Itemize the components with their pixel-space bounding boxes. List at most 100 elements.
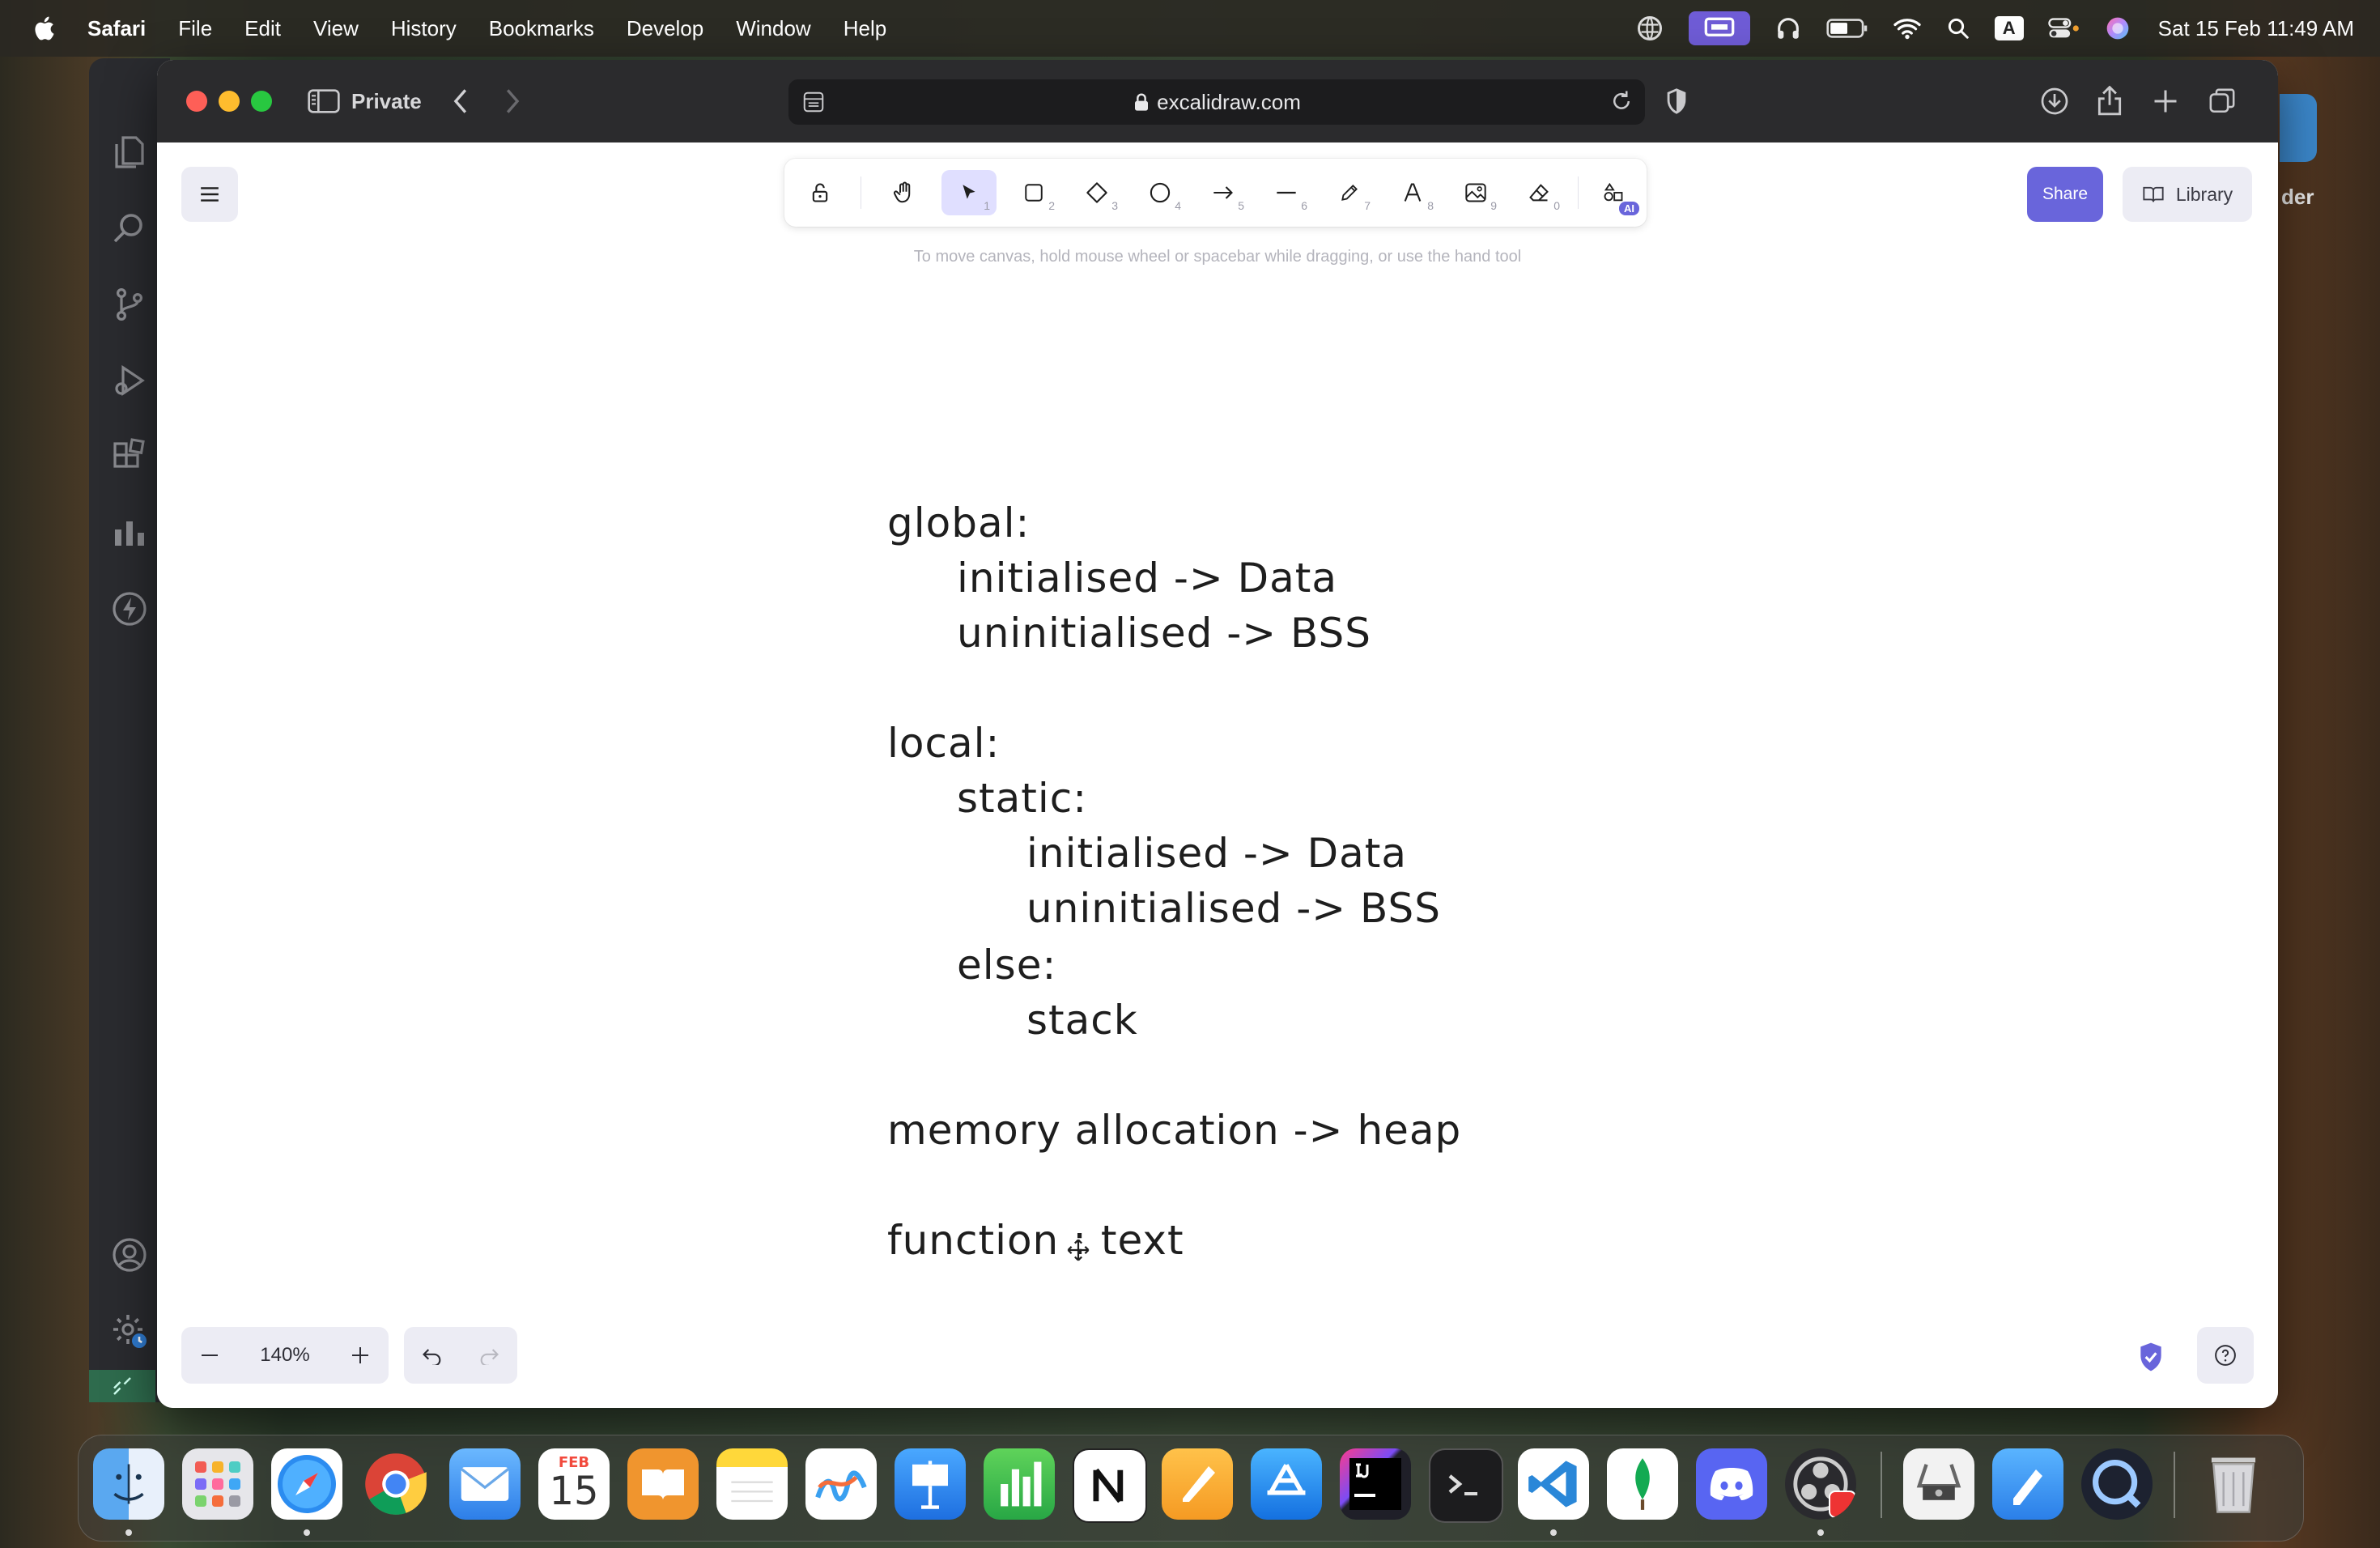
tool-more-ai[interactable]: AI <box>1586 170 1641 215</box>
tool-text[interactable]: 8 <box>1385 170 1440 215</box>
tool-hand[interactable] <box>877 170 932 215</box>
calendar-icon[interactable]: FEB 15 <box>538 1448 610 1520</box>
markup-editor-icon[interactable] <box>1992 1448 2063 1520</box>
redo-icon[interactable] <box>478 1346 500 1365</box>
discord-icon[interactable] <box>1696 1448 1767 1520</box>
menu-bookmarks[interactable]: Bookmarks <box>489 16 594 41</box>
pages-icon[interactable] <box>1162 1448 1233 1520</box>
notes-icon[interactable] <box>716 1448 788 1520</box>
trash-icon[interactable] <box>2198 1448 2269 1520</box>
new-tab-button[interactable] <box>2153 84 2178 118</box>
tool-image[interactable]: 9 <box>1448 170 1503 215</box>
menu-view[interactable]: View <box>313 16 359 41</box>
menu-app-safari[interactable]: Safari <box>87 16 146 41</box>
tab-overview-button[interactable] <box>2208 84 2236 118</box>
tool-eraser[interactable]: 0 <box>1511 170 1566 215</box>
books-icon[interactable] <box>627 1448 699 1520</box>
close-window-button[interactable] <box>186 91 207 112</box>
notion-icon[interactable] <box>1073 1448 1147 1523</box>
drawing-text-line[interactable]: initialised -> Data <box>957 554 1337 602</box>
tool-rectangle[interactable]: 2 <box>1006 170 1061 215</box>
drawing-text-line[interactable]: stack <box>1026 996 1138 1044</box>
downloads-button[interactable] <box>2040 84 2069 118</box>
library-button[interactable]: Library <box>2123 167 2252 222</box>
vpn-globe-icon[interactable] <box>1635 14 1664 43</box>
headphones-icon[interactable] <box>1774 15 1802 42</box>
drawing-text-line[interactable]: initialised -> Data <box>1026 829 1407 878</box>
app-store-icon[interactable] <box>1251 1448 1322 1520</box>
main-menu-button[interactable] <box>181 167 238 222</box>
tool-diamond[interactable]: 3 <box>1069 170 1124 215</box>
menu-file[interactable]: File <box>178 16 212 41</box>
vscode-icon[interactable] <box>1518 1448 1589 1520</box>
explorer-icon[interactable] <box>110 133 149 172</box>
zoom-out-button[interactable] <box>181 1327 238 1384</box>
battery-icon[interactable] <box>1826 17 1868 40</box>
drawing-text-line[interactable]: memory allocation -> heap <box>887 1106 1461 1155</box>
account-icon[interactable] <box>110 1235 149 1274</box>
tool-arrow[interactable]: 5 <box>1196 170 1251 215</box>
freeform-icon[interactable] <box>805 1448 877 1520</box>
numbers-icon[interactable] <box>984 1448 1055 1520</box>
screen-share-icon[interactable] <box>1688 11 1750 45</box>
mail-icon[interactable] <box>449 1448 521 1520</box>
encryption-shield-icon[interactable] <box>2137 1342 2165 1372</box>
wifi-icon[interactable] <box>1893 16 1922 40</box>
forward-button[interactable] <box>502 84 525 118</box>
drawing-text-line[interactable]: uninitialised -> BSS <box>1026 884 1441 933</box>
sidebar-toggle-button[interactable]: Private <box>308 84 422 118</box>
menu-history[interactable]: History <box>391 16 457 41</box>
undo-icon[interactable] <box>421 1346 444 1365</box>
minimize-window-button[interactable] <box>219 91 240 112</box>
control-center-icon[interactable] <box>2047 16 2080 40</box>
source-control-icon[interactable] <box>110 285 149 324</box>
chart-icon[interactable] <box>110 513 149 552</box>
safari-icon[interactable] <box>271 1448 342 1520</box>
screenshot-tool-icon[interactable] <box>1903 1448 1974 1520</box>
tool-line[interactable]: 6 <box>1259 170 1314 215</box>
run-debug-icon[interactable] <box>110 361 149 400</box>
remote-indicator[interactable] <box>89 1370 155 1402</box>
mongodb-compass-icon[interactable] <box>1607 1448 1678 1520</box>
drawing-text-line[interactable]: global: <box>887 499 1030 547</box>
desktop-folder-icon[interactable] <box>2280 94 2317 162</box>
chrome-icon[interactable] <box>360 1448 431 1520</box>
privacy-report-button[interactable] <box>1664 84 1689 118</box>
zoom-in-button[interactable] <box>332 1327 389 1384</box>
drawing-text-line[interactable]: function : text <box>887 1216 1184 1265</box>
obs-icon[interactable] <box>1785 1448 1856 1520</box>
menu-edit[interactable]: Edit <box>244 16 281 41</box>
reload-icon[interactable] <box>1609 89 1634 113</box>
apple-menu-icon[interactable] <box>31 14 60 43</box>
tool-lock[interactable] <box>793 170 848 215</box>
page-menu-icon[interactable] <box>801 91 826 113</box>
help-button[interactable] <box>2197 1327 2254 1384</box>
intellij-icon[interactable] <box>1340 1448 1411 1520</box>
back-button[interactable] <box>448 84 471 118</box>
siri-icon[interactable] <box>2105 15 2131 41</box>
keynote-icon[interactable] <box>895 1448 966 1520</box>
share-button[interactable]: Share <box>2027 167 2103 222</box>
extensions-icon[interactable] <box>110 437 149 476</box>
menu-help[interactable]: Help <box>844 16 886 41</box>
excalidraw-canvas[interactable]: 1 2 3 4 5 6 7 8 9 0 AI To move canvas, h… <box>157 142 2278 1408</box>
finder-icon[interactable] <box>93 1448 164 1520</box>
launchpad-icon[interactable] <box>182 1448 253 1520</box>
settings-gear-icon[interactable] <box>110 1312 149 1350</box>
input-source-indicator[interactable]: A <box>1994 16 2024 40</box>
tool-ellipse[interactable]: 4 <box>1133 170 1188 215</box>
terminal-icon[interactable] <box>1429 1448 1503 1523</box>
quicktime-icon[interactable] <box>2081 1448 2153 1520</box>
drawing-text-line[interactable]: local: <box>887 719 1000 768</box>
drawing-text-line[interactable]: uninitialised -> BSS <box>957 609 1371 657</box>
zoom-window-button[interactable] <box>251 91 272 112</box>
drawing-text-line[interactable]: else: <box>957 941 1056 989</box>
address-bar[interactable]: excalidraw.com <box>788 79 1645 125</box>
lightning-icon[interactable] <box>110 589 149 628</box>
spotlight-search-icon[interactable] <box>1946 16 1970 40</box>
menubar-clock[interactable]: Sat 15 Feb 11:49 AM <box>2158 16 2354 41</box>
search-icon[interactable] <box>110 209 149 248</box>
tool-selection[interactable]: 1 <box>941 170 997 215</box>
share-page-button[interactable] <box>2097 84 2123 118</box>
menu-window[interactable]: Window <box>736 16 810 41</box>
